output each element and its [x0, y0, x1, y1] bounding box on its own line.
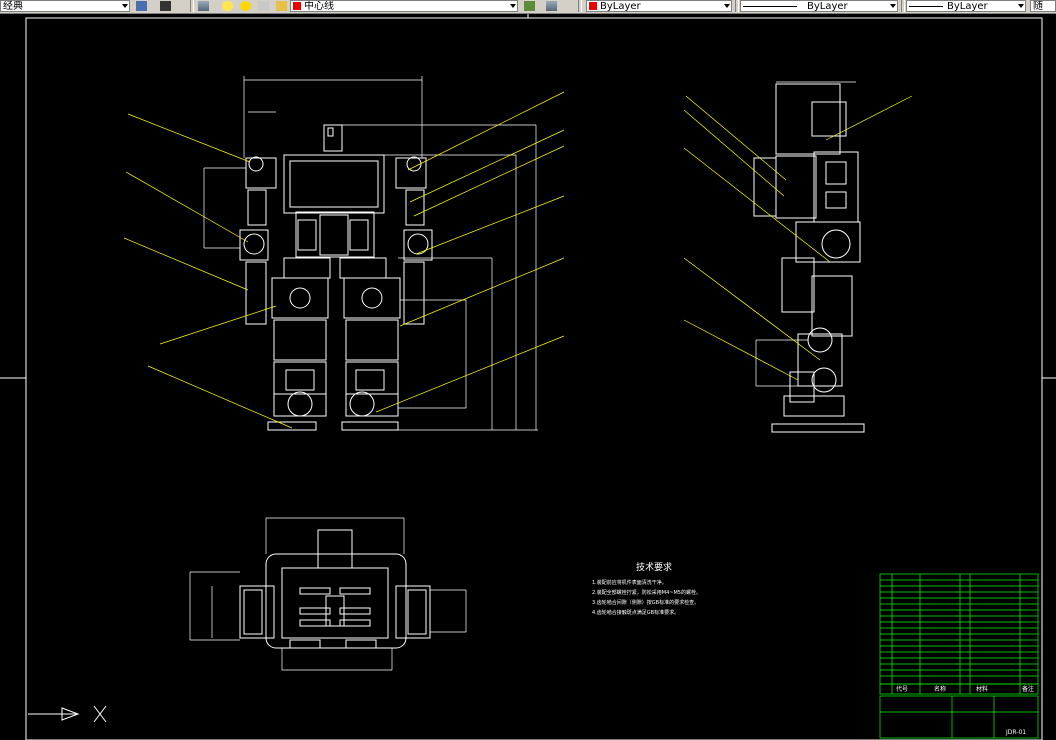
linetype-preview — [743, 5, 797, 7]
chevron-down-icon — [890, 4, 896, 8]
lineweight-preview — [909, 5, 943, 7]
color-square-icon — [589, 2, 597, 10]
tech-note: 4.齿轮啮合接触斑点满足GB标准要求。 — [592, 609, 679, 616]
chevron-down-icon — [724, 4, 730, 8]
plotstyle-label: 随 — [1033, 1, 1043, 12]
plotstyle-select[interactable]: 随 — [1030, 0, 1056, 12]
layer-select[interactable]: 中心线 — [290, 0, 518, 12]
lock-icon[interactable] — [276, 1, 287, 11]
workspace-settings-icon[interactable] — [136, 1, 147, 11]
linetype-select[interactable]: ByLayer — [740, 0, 898, 12]
col-material: 材料 — [976, 685, 988, 693]
layer-previous-icon[interactable] — [546, 1, 557, 11]
lineweight-label: ByLayer — [947, 1, 988, 12]
save-workspace-icon[interactable] — [160, 1, 171, 11]
col-remark: 备注 — [1022, 685, 1034, 693]
freeze-icon[interactable] — [258, 1, 269, 11]
properties-toolbar: 经典 中心线 ByLayer ByLayer ByLayer 随 — [0, 0, 1056, 14]
lineweight-select[interactable]: ByLayer — [906, 0, 1026, 12]
tech-note: 3.齿轮啮合间隙（侧隙）按GB标准的要求检查。 — [592, 599, 699, 606]
toolbar-separator — [578, 0, 582, 12]
make-current-icon[interactable] — [524, 1, 535, 11]
sun-icon[interactable] — [240, 1, 251, 11]
toolbar-separator — [735, 0, 739, 12]
color-label: ByLayer — [600, 1, 641, 12]
tech-note: 2.装配全部螺栓拧紧，防松采用M4~M5的螺栓。 — [592, 589, 701, 596]
col-code: 代号 — [896, 685, 908, 693]
color-square-icon — [293, 2, 301, 10]
layer-name: 中心线 — [304, 1, 334, 12]
workspace-label: 经典 — [3, 1, 23, 12]
workspace-select[interactable]: 经典 — [0, 0, 130, 12]
chevron-down-icon — [510, 4, 516, 8]
linetype-label: ByLayer — [807, 1, 848, 12]
tech-note: 1.装配前应将机件表面清洗干净。 — [592, 579, 667, 586]
chevron-down-icon — [122, 4, 128, 8]
chevron-down-icon — [1018, 4, 1024, 8]
toolbar-separator — [190, 0, 194, 12]
lightbulb-icon[interactable] — [222, 1, 233, 11]
drawing-canvas[interactable]: 技术要求 1.装配前应将机件表面清洗干净。 2.装配全部螺栓拧紧，防松采用M4~… — [0, 14, 1056, 740]
layers-icon[interactable] — [198, 1, 209, 11]
toolbar-separator — [901, 0, 905, 12]
col-name: 名称 — [934, 685, 946, 693]
color-select[interactable]: ByLayer — [586, 0, 732, 12]
drawing-number: JDR-01 — [1005, 729, 1026, 736]
tech-title: 技术要求 — [636, 561, 672, 573]
